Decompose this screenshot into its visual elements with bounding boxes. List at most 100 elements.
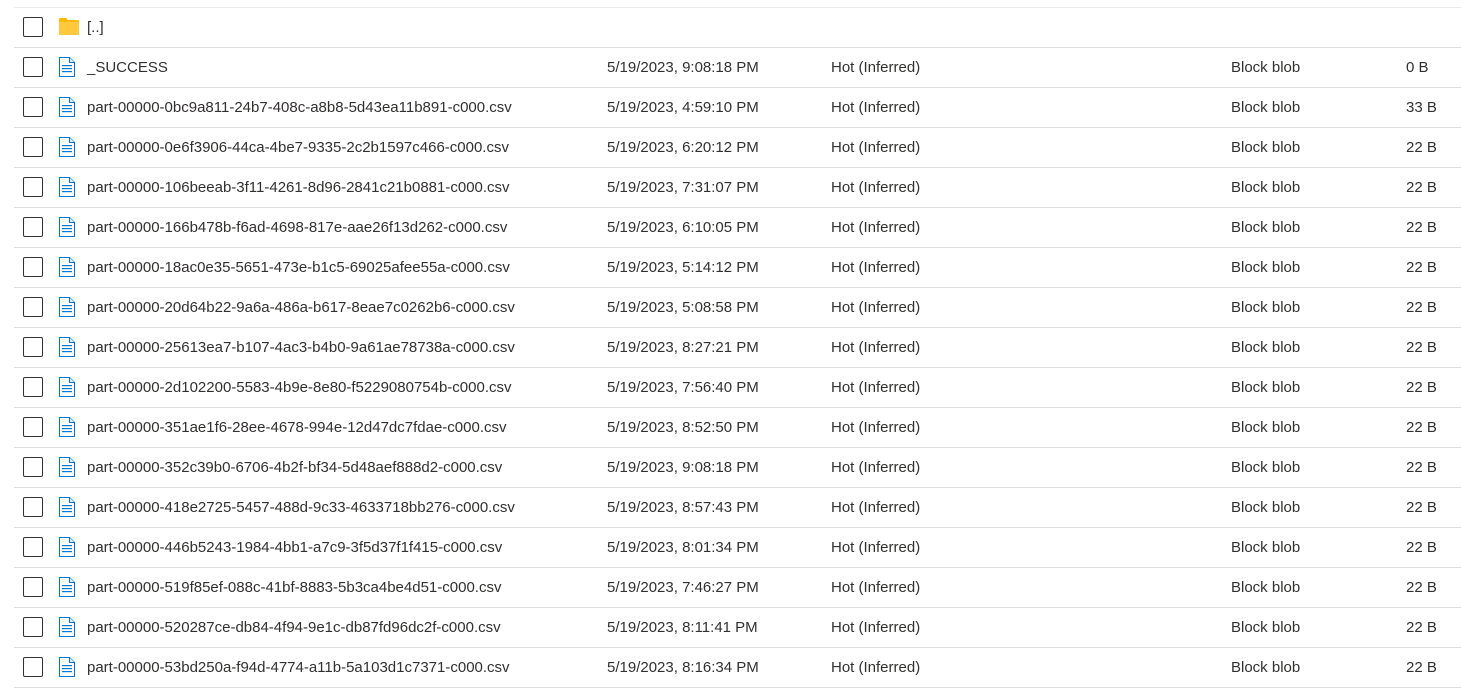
access-tier: Hot (Inferred): [831, 299, 921, 316]
blob-type: Block blob: [1231, 579, 1301, 596]
blob-name-link[interactable]: part-00000-351ae1f6-28ee-4678-994e-12d47…: [87, 408, 506, 447]
blob-name-link[interactable]: part-00000-53bd250a-f94d-4774-a11b-5a103…: [87, 648, 510, 687]
blob-type: Block blob: [1231, 179, 1301, 196]
blob-row[interactable]: part-00000-520287ce-db84-4f94-9e1c-db87f…: [14, 608, 1461, 648]
blob-name-link[interactable]: part-00000-520287ce-db84-4f94-9e1c-db87f…: [87, 608, 501, 647]
row-checkbox[interactable]: [23, 457, 43, 477]
row-checkbox-wrap: [23, 248, 45, 287]
blob-row[interactable]: part-00000-351ae1f6-28ee-4678-994e-12d47…: [14, 408, 1461, 448]
blob-row[interactable]: part-00000-2d102200-5583-4b9e-8e80-f5229…: [14, 368, 1461, 408]
blob-list: [..] _SUCCESS 5/19/2023, 9:08:18 PM Hot (I…: [14, 7, 1461, 688]
blob-type: Block blob: [1231, 499, 1301, 516]
row-checkbox[interactable]: [23, 97, 43, 117]
blob-row[interactable]: part-00000-20d64b22-9a6a-486a-b617-8eae7…: [14, 288, 1461, 328]
last-modified: 5/19/2023, 7:56:40 PM: [607, 379, 759, 396]
blob-row[interactable]: part-00000-0e6f3906-44ca-4be7-9335-2c2b1…: [14, 128, 1461, 168]
blob-row[interactable]: part-00000-166b478b-f6ad-4698-817e-aae26…: [14, 208, 1461, 248]
file-icon: [59, 488, 79, 527]
access-tier: Hot (Inferred): [831, 139, 921, 156]
row-checkbox[interactable]: [23, 377, 43, 397]
blob-type: Block blob: [1231, 339, 1301, 356]
access-tier: Hot (Inferred): [831, 259, 921, 276]
access-tier: Hot (Inferred): [831, 179, 921, 196]
blob-type: Block blob: [1231, 419, 1301, 436]
blob-row[interactable]: part-00000-18ac0e35-5651-473e-b1c5-69025…: [14, 248, 1461, 288]
blob-type: Block blob: [1231, 539, 1301, 556]
blob-name-link[interactable]: part-00000-2d102200-5583-4b9e-8e80-f5229…: [87, 368, 512, 407]
row-checkbox[interactable]: [23, 577, 43, 597]
blob-name-link[interactable]: part-00000-18ac0e35-5651-473e-b1c5-69025…: [87, 248, 510, 287]
file-icon: [59, 568, 79, 607]
access-tier: Hot (Inferred): [831, 459, 921, 476]
row-checkbox[interactable]: [23, 537, 43, 557]
last-modified: 5/19/2023, 8:52:50 PM: [607, 419, 759, 436]
parent-folder-row[interactable]: [..]: [14, 8, 1461, 48]
blob-row[interactable]: part-00000-418e2725-5457-488d-9c33-46337…: [14, 488, 1461, 528]
blob-row[interactable]: part-00000-446b5243-1984-4bb1-a7c9-3f5d3…: [14, 528, 1461, 568]
blob-name-link[interactable]: part-00000-0e6f3906-44ca-4be7-9335-2c2b1…: [87, 128, 509, 167]
blob-row[interactable]: part-00000-106beeab-3f11-4261-8d96-2841c…: [14, 168, 1461, 208]
row-checkbox[interactable]: [23, 417, 43, 437]
blob-name-link[interactable]: part-00000-519f85ef-088c-41bf-8883-5b3ca…: [87, 568, 501, 607]
last-modified: 5/19/2023, 6:20:12 PM: [607, 139, 759, 156]
last-modified: 5/19/2023, 7:31:07 PM: [607, 179, 759, 196]
row-checkbox[interactable]: [23, 497, 43, 517]
blob-type: Block blob: [1231, 379, 1301, 396]
file-icon: [59, 368, 79, 407]
access-tier: Hot (Inferred): [831, 619, 921, 636]
blob-name-link[interactable]: part-00000-106beeab-3f11-4261-8d96-2841c…: [87, 168, 510, 207]
row-checkbox-wrap: [23, 128, 45, 167]
row-checkbox-wrap: [23, 288, 45, 327]
last-modified: 5/19/2023, 8:16:34 PM: [607, 659, 759, 676]
blob-type: Block blob: [1231, 59, 1301, 76]
last-modified: 5/19/2023, 9:08:18 PM: [607, 459, 759, 476]
row-checkbox-wrap: [23, 408, 45, 447]
row-checkbox[interactable]: [23, 657, 43, 677]
blob-row[interactable]: _SUCCESS 5/19/2023, 9:08:18 PM Hot (Inferr…: [14, 48, 1461, 88]
row-checkbox-wrap: [23, 328, 45, 367]
last-modified: 5/19/2023, 5:08:58 PM: [607, 299, 759, 316]
row-checkbox[interactable]: [23, 57, 43, 77]
blob-row[interactable]: part-00000-53bd250a-f94d-4774-a11b-5a103…: [14, 648, 1461, 688]
blob-size: 22 B: [1406, 219, 1437, 236]
blob-name-link[interactable]: part-00000-0bc9a811-24b7-408c-a8b8-5d43e…: [87, 88, 512, 127]
blob-name-link[interactable]: part-00000-446b5243-1984-4bb1-a7c9-3f5d3…: [87, 528, 502, 567]
row-checkbox-wrap: [23, 488, 45, 527]
blob-name-link[interactable]: part-00000-25613ea7-b107-4ac3-b4b0-9a61a…: [87, 328, 515, 367]
row-checkbox[interactable]: [23, 297, 43, 317]
last-modified: 5/19/2023, 8:11:41 PM: [607, 619, 758, 636]
access-tier: Hot (Inferred): [831, 379, 921, 396]
file-icon: [59, 128, 79, 167]
row-checkbox[interactable]: [23, 17, 43, 37]
blob-row[interactable]: part-00000-352c39b0-6706-4b2f-bf34-5d48a…: [14, 448, 1461, 488]
blob-name-link[interactable]: part-00000-166b478b-f6ad-4698-817e-aae26…: [87, 208, 507, 247]
row-checkbox[interactable]: [23, 177, 43, 197]
blob-size: 22 B: [1406, 659, 1437, 676]
blob-size: 33 B: [1406, 99, 1437, 116]
row-checkbox-wrap: [23, 48, 45, 87]
blob-size: 22 B: [1406, 419, 1437, 436]
blob-size: 22 B: [1406, 619, 1437, 636]
blob-name-link[interactable]: _SUCCESS: [87, 48, 168, 87]
row-checkbox-wrap: [23, 648, 45, 687]
blob-row[interactable]: part-00000-25613ea7-b107-4ac3-b4b0-9a61a…: [14, 328, 1461, 368]
blob-name-link[interactable]: part-00000-20d64b22-9a6a-486a-b617-8eae7…: [87, 288, 515, 327]
blob-name-link[interactable]: part-00000-418e2725-5457-488d-9c33-46337…: [87, 488, 515, 527]
blob-type: Block blob: [1231, 259, 1301, 276]
blob-name-link[interactable]: part-00000-352c39b0-6706-4b2f-bf34-5d48a…: [87, 448, 502, 487]
row-checkbox[interactable]: [23, 217, 43, 237]
last-modified: 5/19/2023, 8:27:21 PM: [607, 339, 759, 356]
file-icon: [59, 248, 79, 287]
last-modified: 5/19/2023, 8:57:43 PM: [607, 499, 759, 516]
row-checkbox-wrap: [23, 568, 45, 607]
file-icon: [59, 408, 79, 447]
file-icon: [59, 208, 79, 247]
blob-row[interactable]: part-00000-519f85ef-088c-41bf-8883-5b3ca…: [14, 568, 1461, 608]
row-checkbox[interactable]: [23, 337, 43, 357]
row-checkbox[interactable]: [23, 617, 43, 637]
blob-row[interactable]: part-00000-0bc9a811-24b7-408c-a8b8-5d43e…: [14, 88, 1461, 128]
parent-folder-link[interactable]: [..]: [87, 8, 104, 47]
row-checkbox[interactable]: [23, 137, 43, 157]
row-checkbox[interactable]: [23, 257, 43, 277]
last-modified: 5/19/2023, 6:10:05 PM: [607, 219, 759, 236]
